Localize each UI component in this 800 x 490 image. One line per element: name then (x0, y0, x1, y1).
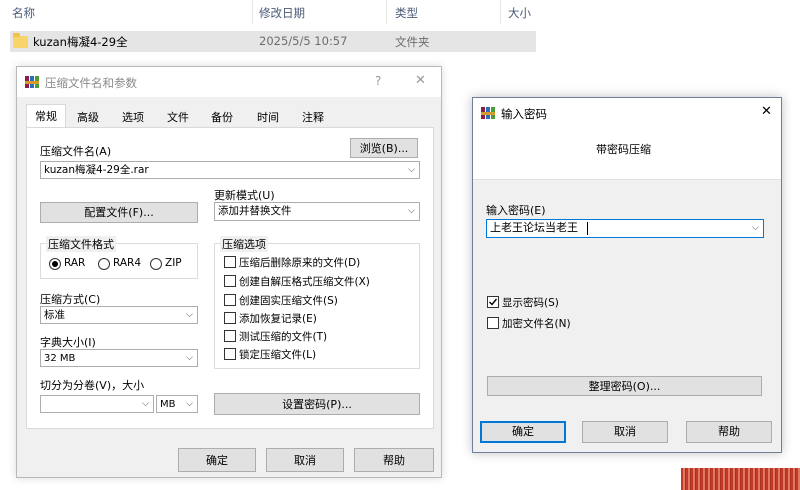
set-password-button[interactable]: 设置密码(P)... (214, 393, 420, 415)
archive-cancel-button[interactable]: 取消 (266, 448, 344, 472)
text-cursor (587, 222, 588, 235)
file-row[interactable]: kuzan梅凝4-29全 2025/5/5 10:57 文件夹 (10, 31, 536, 52)
option-sfx-label[interactable]: 创建自解压格式压缩文件(X) (239, 274, 370, 289)
chevron-down-icon[interactable]: ⌵ (186, 350, 193, 366)
folder-icon (13, 33, 28, 48)
update-mode-label: 更新模式(U) (214, 189, 275, 202)
options-group-label: 压缩选项 (220, 236, 268, 252)
option-solid-checkbox[interactable] (224, 294, 236, 306)
archive-dialog-titlebar[interactable]: 压缩文件名和参数 ? ✕ (17, 67, 441, 97)
update-mode-combo[interactable]: 添加并替换文件 ⌵ (214, 202, 420, 221)
archive-name-label: 压缩文件名(A) (40, 145, 112, 158)
dict-combo[interactable]: 32 MB ⌵ (40, 349, 198, 367)
split-unit-value: MB (160, 399, 176, 410)
explorer-window: 名称 ^ 修改日期 类型 大小 kuzan梅凝4-29全 2025/5/5 10… (0, 0, 540, 60)
password-input[interactable]: 上老王论坛当老王 ⌵ (486, 219, 764, 238)
archive-ok-button[interactable]: 确定 (178, 448, 256, 472)
archive-name-value: kuzan梅凝4-29全.rar (44, 164, 149, 176)
browse-button[interactable]: 浏览(B)... (350, 138, 418, 158)
password-help-button[interactable]: 帮助 (686, 421, 772, 443)
format-zip-radio[interactable] (150, 258, 162, 270)
option-sfx-checkbox[interactable] (224, 275, 236, 287)
archive-help-button[interactable]: 帮助 (354, 448, 434, 472)
split-unit-combo[interactable]: MB ⌵ (156, 395, 198, 413)
option-lock-checkbox[interactable] (224, 348, 236, 360)
help-icon[interactable]: ? (375, 74, 381, 88)
sort-chevron-icon: ^ (125, 0, 134, 7)
column-header-type[interactable]: 类型 (395, 5, 418, 21)
format-zip-label[interactable]: ZIP (165, 257, 182, 269)
password-header: 带密码压缩 (596, 143, 651, 156)
background-strip (681, 468, 800, 490)
option-solid-label[interactable]: 创建固实压缩文件(S) (239, 293, 338, 308)
chevron-down-icon[interactable]: ⌵ (142, 396, 149, 412)
option-test-checkbox[interactable] (224, 330, 236, 342)
column-header-name[interactable]: 名称 (12, 5, 35, 21)
method-value: 标准 (44, 309, 65, 321)
tab-time[interactable]: 时间 (250, 108, 286, 128)
password-label: 输入密码(E) (486, 204, 546, 217)
tab-files[interactable]: 文件 (160, 108, 196, 128)
chevron-down-icon[interactable]: ⌵ (408, 203, 415, 219)
format-rar4-label[interactable]: RAR4 (113, 257, 141, 269)
method-combo[interactable]: 标准 ⌵ (40, 306, 198, 324)
organize-passwords-button[interactable]: 整理密码(O)... (487, 376, 762, 396)
password-cancel-button[interactable]: 取消 (582, 421, 668, 443)
show-password-checkbox[interactable] (487, 296, 499, 308)
split-label: 切分为分卷(V)，大小 (40, 379, 145, 392)
file-modified: 2025/5/5 10:57 (259, 34, 348, 48)
profiles-button[interactable]: 配置文件(F)... (40, 202, 198, 223)
archive-dialog-title: 压缩文件名和参数 (45, 76, 137, 90)
encrypt-names-label[interactable]: 加密文件名(N) (502, 316, 571, 331)
option-recovery-label[interactable]: 添加恢复记录(E) (239, 311, 317, 326)
file-type: 文件夹 (395, 35, 430, 49)
update-mode-value: 添加并替换文件 (218, 205, 292, 217)
option-recovery-checkbox[interactable] (224, 312, 236, 324)
format-rar4-radio[interactable] (98, 258, 110, 270)
method-label: 压缩方式(C) (40, 293, 101, 306)
password-ok-button[interactable]: 确定 (480, 421, 566, 443)
archive-name-combo[interactable]: kuzan梅凝4-29全.rar ⌵ (40, 161, 420, 179)
close-icon[interactable]: ✕ (761, 104, 772, 119)
tab-backup[interactable]: 备份 (204, 108, 240, 128)
chevron-down-icon[interactable]: ⌵ (186, 307, 193, 323)
option-lock-label[interactable]: 锁定压缩文件(L) (239, 347, 316, 362)
winrar-icon (481, 106, 495, 120)
tab-options[interactable]: 选项 (115, 108, 151, 128)
chevron-down-icon[interactable]: ⌵ (752, 220, 759, 236)
dict-value: 32 MB (44, 353, 76, 364)
file-name: kuzan梅凝4-29全 (33, 35, 128, 49)
encrypt-names-checkbox[interactable] (487, 317, 499, 329)
password-dialog-titlebar[interactable]: 输入密码 ✕ (473, 98, 781, 128)
tab-comment[interactable]: 注释 (295, 108, 331, 128)
password-value: 上老王论坛当老王 (490, 221, 578, 234)
chevron-down-icon[interactable]: ⌵ (186, 396, 193, 412)
password-dialog-title: 输入密码 (501, 107, 547, 121)
option-test-label[interactable]: 测试压缩的文件(T) (239, 329, 327, 344)
close-icon[interactable]: ✕ (415, 73, 426, 88)
column-header-size[interactable]: 大小 (508, 5, 531, 21)
option-delete-checkbox[interactable] (224, 256, 236, 268)
column-header-modified[interactable]: 修改日期 (259, 5, 305, 21)
split-size-combo[interactable]: ⌵ (40, 395, 154, 413)
format-group-label: 压缩文件格式 (46, 236, 116, 252)
winrar-icon (25, 75, 39, 89)
show-password-label[interactable]: 显示密码(S) (502, 295, 559, 310)
option-delete-label[interactable]: 压缩后删除原来的文件(D) (239, 255, 360, 270)
dict-label: 字典大小(I) (40, 336, 96, 349)
format-rar-label[interactable]: RAR (64, 257, 85, 269)
tab-general[interactable]: 常规 (26, 104, 66, 128)
chevron-down-icon[interactable]: ⌵ (408, 162, 415, 178)
tab-advanced[interactable]: 高级 (70, 108, 106, 128)
format-rar-radio[interactable] (49, 258, 61, 270)
